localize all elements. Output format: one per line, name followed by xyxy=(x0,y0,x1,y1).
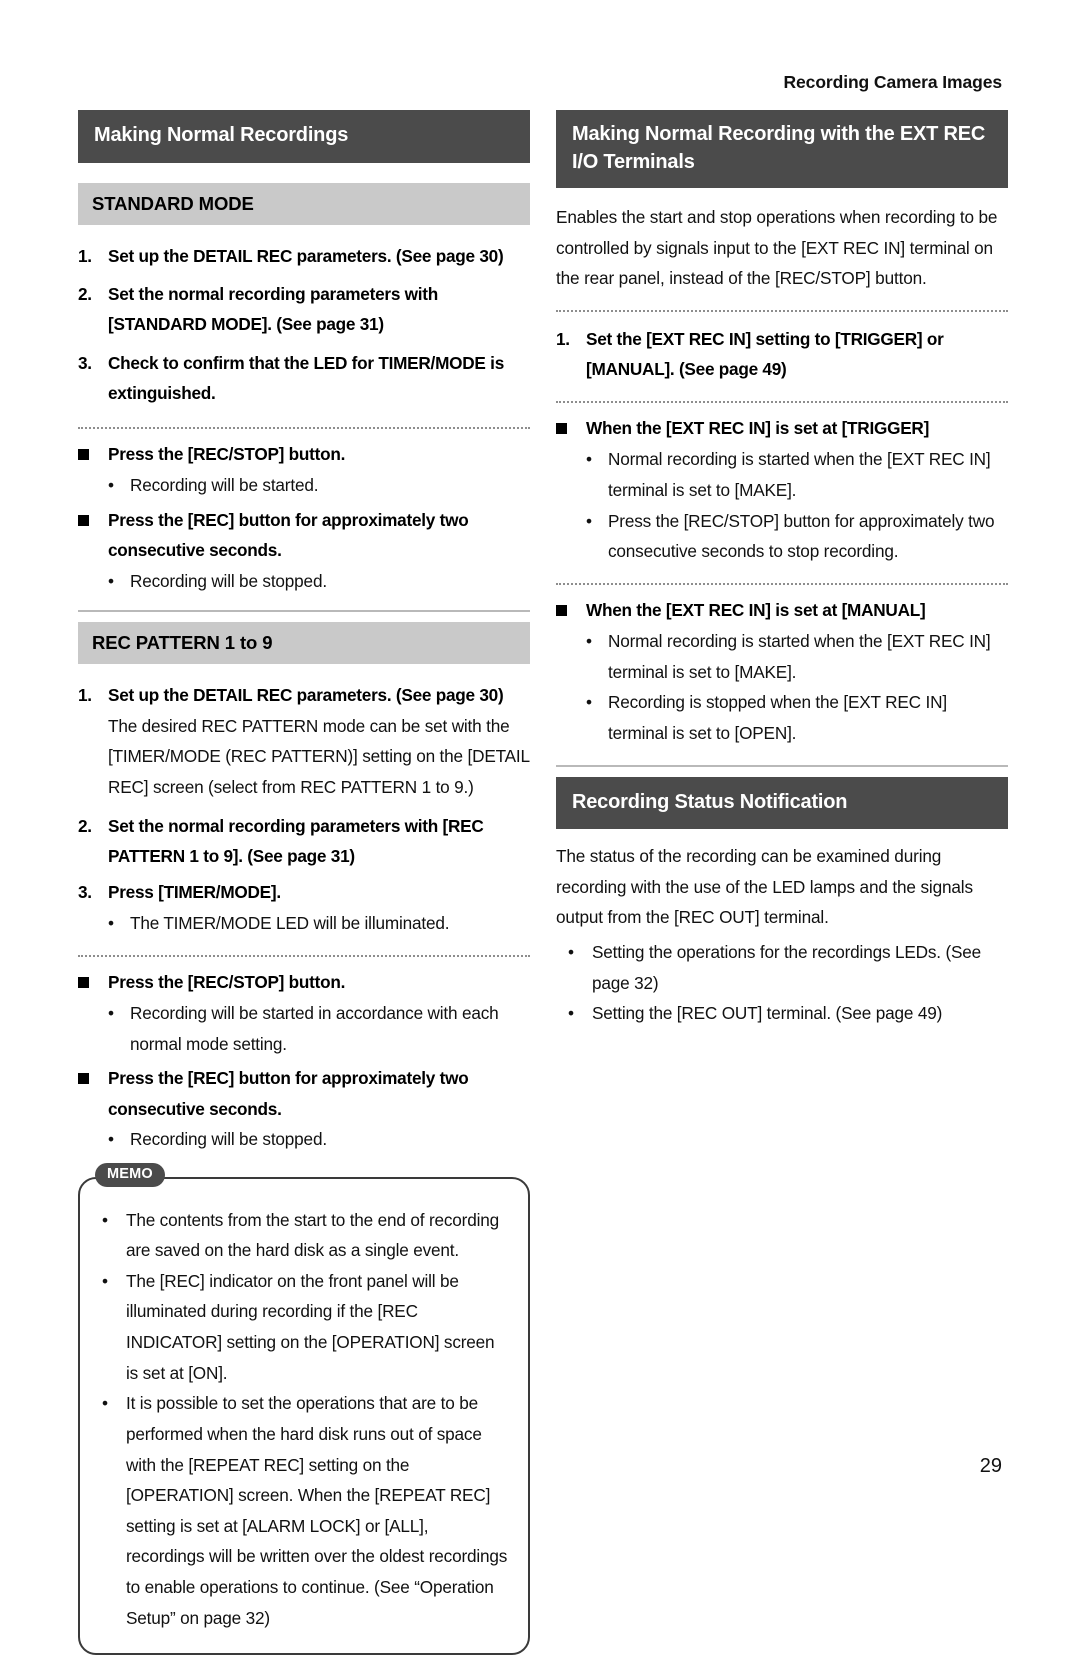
square-bullet-icon xyxy=(78,967,108,998)
bullet-text: Recording will be started in accordance … xyxy=(130,1002,499,1054)
dot-bullet-icon: • xyxy=(108,912,114,933)
step-number: 1. xyxy=(78,685,92,706)
rec-pattern-action-1-bullet-1: • Recording will be started in accordanc… xyxy=(78,998,530,1059)
memo-badge-label: MEMO xyxy=(95,1162,165,1187)
left-column: Making Normal Recordings STANDARD MODE 1… xyxy=(78,110,530,1655)
bullet-text: Recording will be stopped. xyxy=(130,570,327,591)
step-number: 3. xyxy=(78,882,92,903)
rec-pattern-step-3: 3. Press [TIMER/MODE]. xyxy=(78,877,530,907)
step-text: Check to confirm that the LED for TIMER/… xyxy=(108,352,504,404)
right-column: Making Normal Recording with the EXT REC… xyxy=(556,110,1008,1655)
bullet-text: Normal recording is started when the [EX… xyxy=(608,449,991,500)
standard-mode-step-3: 3. Check to confirm that the LED for TIM… xyxy=(78,348,530,409)
ext-rec-manual-bullet-2: • Recording is stopped when the [EXT REC… xyxy=(556,687,1008,748)
dot-bullet-icon: • xyxy=(108,1002,114,1023)
step-text: Set the normal recording parameters with… xyxy=(108,284,439,335)
manual-page: Recording Camera Images Making Normal Re… xyxy=(0,0,1080,1655)
subsection-heading-standard-mode: STANDARD MODE xyxy=(78,182,530,225)
rec-pattern-action-1-heading: Press the [REC/STOP] button. xyxy=(78,967,530,998)
dot-bullet-icon: • xyxy=(568,1003,574,1024)
bullet-text: Setting the [REC OUT] terminal. (See pag… xyxy=(592,1003,943,1024)
step-number: 2. xyxy=(78,815,92,836)
ext-rec-manual-bullet-1: • Normal recording is started when the [… xyxy=(556,626,1008,687)
action-heading-text: When the [EXT REC IN] is set at [TRIGGER… xyxy=(586,417,930,438)
page-number: 29 xyxy=(979,1455,1002,1477)
rec-pattern-action-2-heading: Press the [REC] button for approximately… xyxy=(78,1063,530,1124)
dot-bullet-icon: • xyxy=(108,570,114,591)
section-heading-making-normal-recordings: Making Normal Recordings xyxy=(78,110,530,163)
ext-rec-trigger-heading: When the [EXT REC IN] is set at [TRIGGER… xyxy=(556,413,1008,444)
memo-item-text: It is possible to set the operations tha… xyxy=(126,1393,508,1628)
bullet-text: Press the [REC/STOP] button for approxim… xyxy=(608,510,995,562)
action-heading-text: Press the [REC] button for approximately… xyxy=(108,1068,469,1119)
action-heading-text: When the [EXT REC IN] is set at [MANUAL] xyxy=(586,599,926,620)
step-number: 3. xyxy=(78,352,92,373)
bullet-text: Recording will be stopped. xyxy=(130,1129,327,1150)
rec-pattern-step-2: 2. Set the normal recording parameters w… xyxy=(78,811,530,872)
memo-item: • The [REC] indicator on the front panel… xyxy=(90,1266,510,1388)
section-heading-ext-rec-io-terminals: Making Normal Recording with the EXT REC… xyxy=(556,110,1008,189)
step-text: Set up the DETAIL REC parameters. (See p… xyxy=(108,685,504,706)
standard-mode-step-2: 2. Set the normal recording parameters w… xyxy=(78,279,530,340)
two-column-body: Making Normal Recordings STANDARD MODE 1… xyxy=(0,110,1080,1655)
step-text: Set up the DETAIL REC parameters. (See p… xyxy=(108,245,504,266)
rec-pattern-step-1-detail: The desired REC PATTERN mode can be set … xyxy=(108,715,530,797)
ext-rec-step-1: 1. Set the [EXT REC IN] setting to [TRIG… xyxy=(556,324,1008,385)
ext-rec-trigger-bullet-2: • Press the [REC/STOP] button for approx… xyxy=(556,506,1008,567)
bullet-text: Recording is stopped when the [EXT REC I… xyxy=(608,692,947,744)
memo-item-text: The contents from the start to the end o… xyxy=(126,1209,499,1261)
dot-bullet-icon: • xyxy=(102,1270,108,1291)
dot-bullet-icon: • xyxy=(568,942,574,963)
standard-mode-step-1: 1. Set up the DETAIL REC parameters. (Se… xyxy=(78,241,530,271)
memo-item: • The contents from the start to the end… xyxy=(90,1205,510,1266)
status-notification-bullet-1: • Setting the operations for the recordi… xyxy=(556,937,1008,998)
dot-bullet-icon: • xyxy=(586,692,592,713)
dot-bullet-icon: • xyxy=(586,449,592,470)
standard-mode-action-2-heading: Press the [REC] button for approximately… xyxy=(78,505,530,566)
running-head: Recording Camera Images xyxy=(783,72,1003,92)
memo-item: • It is possible to set the operations t… xyxy=(90,1388,510,1633)
memo-box-body: • The contents from the start to the end… xyxy=(78,1176,530,1655)
dot-bullet-icon: • xyxy=(102,1209,108,1230)
dot-bullet-icon: • xyxy=(108,1129,114,1150)
memo-item-text: The [REC] indicator on the front panel w… xyxy=(126,1270,495,1383)
bullet-text: Setting the operations for the recording… xyxy=(592,942,982,993)
status-notification-intro-paragraph: The status of the recording can be exami… xyxy=(556,846,973,928)
subsection-heading-rec-pattern: REC PATTERN 1 to 9 xyxy=(78,622,530,665)
square-bullet-icon xyxy=(556,595,586,626)
ext-rec-trigger-bullet-1: • Normal recording is started when the [… xyxy=(556,444,1008,505)
action-heading-text: Press the [REC/STOP] button. xyxy=(108,971,346,992)
step-number: 1. xyxy=(78,245,92,266)
rec-pattern-action-2-bullet-1: • Recording will be stopped. xyxy=(78,1124,530,1155)
dot-bullet-icon: • xyxy=(102,1393,108,1414)
square-bullet-icon xyxy=(78,439,108,470)
step-number: 1. xyxy=(556,329,570,350)
step-text: Set the normal recording parameters with… xyxy=(108,815,484,867)
standard-mode-action-1-heading: Press the [REC/STOP] button. xyxy=(78,439,530,470)
dot-bullet-icon: • xyxy=(586,631,592,652)
square-bullet-icon xyxy=(556,413,586,444)
action-heading-text: Press the [REC/STOP] button. xyxy=(108,443,346,464)
bullet-text: Recording will be started. xyxy=(130,475,319,496)
status-notification-bullet-2: • Setting the [REC OUT] terminal. (See p… xyxy=(556,998,1008,1029)
bullet-text: Normal recording is started when the [EX… xyxy=(608,631,991,682)
standard-mode-action-1-bullet-1: • Recording will be started. xyxy=(78,470,530,501)
dot-bullet-icon: • xyxy=(586,510,592,531)
action-heading-text: Press the [REC] button for approximately… xyxy=(108,509,469,561)
step-text: Set the [EXT REC IN] setting to [TRIGGER… xyxy=(586,329,944,380)
ext-rec-intro-paragraph: Enables the start and stop operations wh… xyxy=(556,207,998,289)
ext-rec-manual-heading: When the [EXT REC IN] is set at [MANUAL] xyxy=(556,595,1008,626)
square-bullet-icon xyxy=(78,1063,108,1124)
rec-pattern-step-3-bullet: • The TIMER/MODE LED will be illuminated… xyxy=(78,908,530,939)
rec-pattern-step-1: 1. Set up the DETAIL REC parameters. (Se… xyxy=(78,680,530,710)
standard-mode-action-2-bullet-1: • Recording will be stopped. xyxy=(78,566,530,597)
dot-bullet-icon: • xyxy=(108,475,114,496)
section-heading-recording-status-notification: Recording Status Notification xyxy=(556,776,1008,830)
bullet-text: The TIMER/MODE LED will be illuminated. xyxy=(130,912,450,933)
memo-box: MEMO • The contents from the start to th… xyxy=(78,1162,530,1655)
square-bullet-icon xyxy=(78,505,108,566)
step-number: 2. xyxy=(78,284,92,305)
step-text: Press [TIMER/MODE]. xyxy=(108,882,281,903)
